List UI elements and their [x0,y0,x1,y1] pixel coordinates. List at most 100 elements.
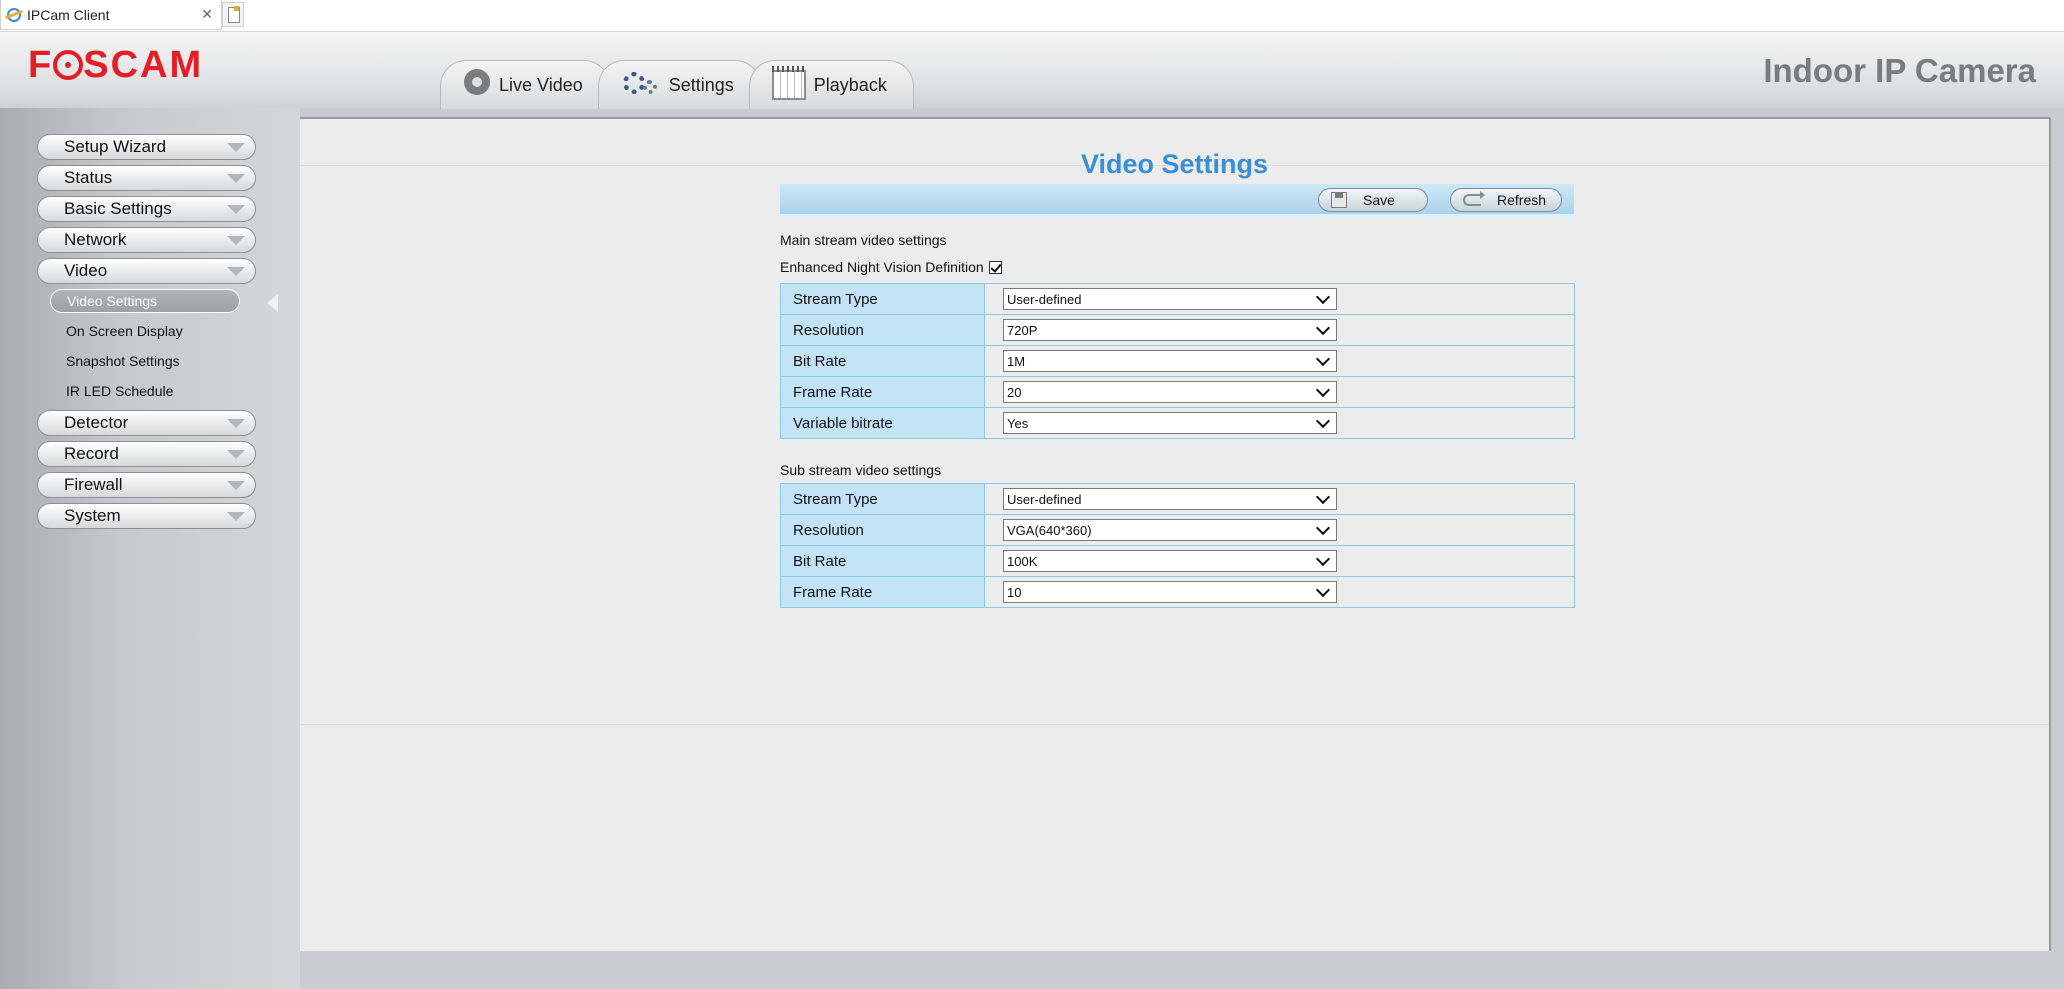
tab-live-video[interactable]: Live Video [440,60,610,109]
chevron-down-icon [227,511,245,521]
enhanced-night-vision-label: Enhanced Night Vision Definition [780,259,984,275]
select-value: 10 [1007,584,1022,600]
chevron-down-icon [227,204,245,214]
sidebar-item-label: Record [64,444,119,463]
sidebar-item-label: Basic Settings [64,199,172,218]
frame-rate-label: Frame Rate [780,376,985,408]
sidebar: Setup Wizard Status Basic Settings Netwo… [0,108,300,989]
sidebar-item-label: Network [64,230,127,249]
refresh-icon [1463,191,1485,206]
sidebar-item-video[interactable]: Video [37,258,256,284]
chevron-down-icon [227,235,245,245]
enhanced-night-vision-row: Enhanced Night Vision Definition [780,259,1002,275]
main-stream-heading: Main stream video settings [780,232,947,248]
table-row: Resolution VGA(640*360) [780,514,1575,546]
table-row: Frame Rate 10 [780,576,1575,608]
page-title: Video Settings [1080,149,1269,179]
tab-label: Playback [813,74,887,95]
tab-settings[interactable]: Settings [597,60,761,109]
sub-resolution-select[interactable]: VGA(640*360) [1003,519,1337,541]
stream-type-label: Stream Type [780,483,985,515]
sidebar-item-network[interactable]: Network [37,227,256,253]
sidebar-item-basic-settings[interactable]: Basic Settings [37,196,256,222]
sidebar-subitem-on-screen-display[interactable]: On Screen Display [50,319,240,343]
stream-type-label: Stream Type [780,283,985,315]
new-tab-button[interactable] [222,2,244,27]
sidebar-subitem-ir-led-schedule[interactable]: IR LED Schedule [50,379,240,403]
sub-stream-table: Stream Type User-defined Resolution VGA(… [780,483,1575,608]
table-row: Resolution 720P [780,314,1575,346]
browser-tab[interactable]: IPCam Client ✕ [0,0,222,30]
close-tab-icon[interactable]: ✕ [201,6,213,23]
logo-ring-icon [53,50,84,80]
chevron-down-icon [1315,382,1331,397]
main-variable-bitrate-select[interactable]: Yes [1003,412,1337,434]
main-nav-tabs: Live Video Settings Playback [440,54,914,109]
chevron-down-icon [227,266,245,276]
sub-stream-heading: Sub stream video settings [780,462,942,478]
sidebar-item-label: System [64,506,121,525]
sidebar-item-system[interactable]: System [37,503,256,529]
main-frame-rate-select[interactable]: 20 [1003,381,1337,403]
resolution-label: Resolution [780,314,985,346]
active-item-pointer-icon [267,294,278,312]
chevron-down-icon [1315,551,1331,566]
sidebar-item-setup-wizard[interactable]: Setup Wizard [37,134,256,160]
chevron-down-icon [227,142,245,152]
enhanced-night-vision-checkbox[interactable] [988,260,1002,274]
main-stream-type-select[interactable]: User-defined [1003,288,1337,310]
bit-rate-label: Bit Rate [780,345,985,377]
chevron-down-icon [1315,351,1331,366]
calendar-icon [771,66,806,100]
sidebar-subitem-video-settings[interactable]: Video Settings [50,289,240,313]
gears-icon [621,70,661,100]
table-row: Stream Type User-defined [780,483,1575,515]
refresh-button[interactable]: Refresh [1450,188,1562,212]
table-row: Variable bitrate Yes [780,407,1575,439]
sidebar-subitem-label: Video Settings [67,293,158,309]
select-value: 100K [1007,553,1038,569]
sub-stream-type-select[interactable]: User-defined [1003,488,1337,510]
select-value: User-defined [1007,491,1082,507]
webcam-icon [463,69,491,101]
sub-bit-rate-select[interactable]: 100K [1003,550,1337,572]
chevron-down-icon [1315,413,1331,428]
save-icon [1331,192,1347,208]
chevron-down-icon [227,449,245,459]
foscam-logo: F SCAM [28,44,204,86]
tab-label: Live Video [499,74,583,95]
bit-rate-label: Bit Rate [780,545,985,577]
variable-bitrate-label: Variable bitrate [780,407,985,439]
chevron-down-icon [1315,320,1331,335]
sub-frame-rate-select[interactable]: 10 [1003,581,1337,603]
save-button[interactable]: Save [1318,188,1428,212]
table-row: Bit Rate 100K [780,545,1575,577]
chevron-down-icon [1315,489,1331,504]
main-stream-table: Stream Type User-defined Resolution 720P… [780,283,1575,439]
resolution-label: Resolution [780,514,985,546]
tab-label: Settings [668,74,734,95]
sidebar-item-record[interactable]: Record [37,441,256,467]
refresh-button-label: Refresh [1497,192,1547,208]
sidebar-item-label: Firewall [64,475,123,494]
select-value: 1M [1007,353,1026,369]
divider [300,724,2049,725]
chevron-down-icon [1315,289,1331,304]
chevron-down-icon [227,480,245,490]
content-panel: Video Settings Save Refresh Main stream … [300,117,2051,951]
sidebar-item-detector[interactable]: Detector [37,410,256,436]
frame-rate-label: Frame Rate [780,576,985,608]
sidebar-item-firewall[interactable]: Firewall [37,472,256,498]
chevron-down-icon [227,418,245,428]
main-bit-rate-select[interactable]: 1M [1003,350,1337,372]
main-resolution-select[interactable]: 720P [1003,319,1337,341]
table-row: Frame Rate 20 [780,376,1575,408]
browser-tab-title: IPCam Client [27,6,110,23]
select-value: 20 [1007,384,1022,400]
chevron-down-icon [1315,520,1331,535]
sidebar-item-status[interactable]: Status [37,165,256,191]
tab-playback[interactable]: Playback [748,60,914,109]
sidebar-subitem-snapshot-settings[interactable]: Snapshot Settings [50,349,240,373]
sidebar-subitem-label: On Screen Display [66,323,183,339]
browser-tab-strip: IPCam Client ✕ [0,0,2064,32]
